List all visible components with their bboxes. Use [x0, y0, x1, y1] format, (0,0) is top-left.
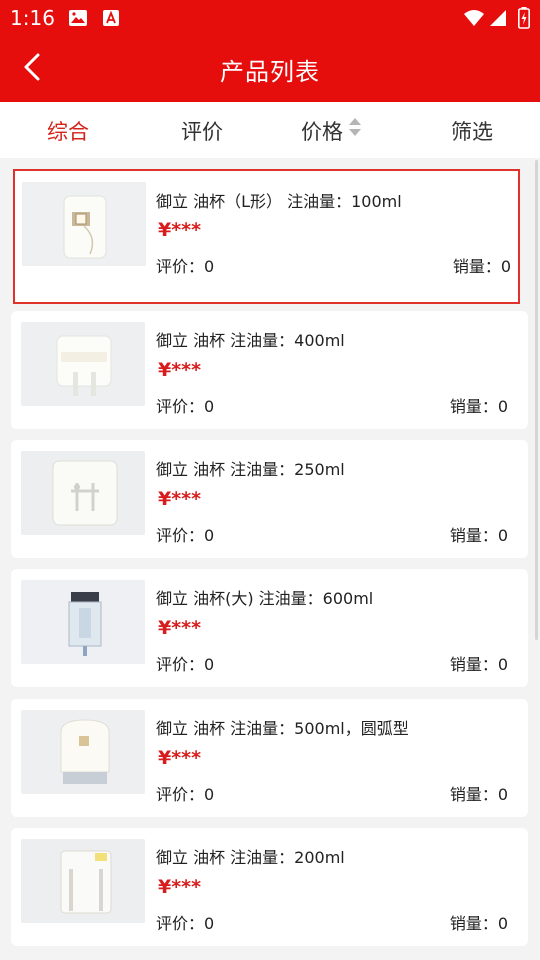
status-bar: 1:16: [0, 0, 540, 36]
product-price: ¥***: [158, 488, 202, 510]
app-header: 1:16 产品列表: [0, 0, 540, 102]
image-notification-icon: [68, 9, 88, 31]
app-notification-icon: [102, 9, 120, 31]
product-rating: 评价：0: [156, 914, 215, 933]
product-rating: 评价：0: [156, 526, 215, 545]
product-card[interactable]: 御立 油杯 注油量：250ml ¥*** 评价：0 销量：0: [11, 440, 528, 558]
product-price: ¥***: [158, 617, 202, 639]
status-time: 1:16: [10, 6, 55, 30]
product-sales: 销量：0: [449, 526, 508, 545]
product-card[interactable]: 御立 油杯 注油量：500ml，圆弧型 ¥*** 评价：0 销量：0: [11, 699, 528, 817]
wifi-icon: [463, 9, 485, 31]
product-sales: 销量：0: [452, 257, 511, 276]
product-image: [21, 839, 145, 923]
product-image: [21, 322, 145, 406]
page-title: 产品列表: [220, 58, 320, 86]
scrollbar[interactable]: [535, 160, 538, 640]
product-sales: 销量：0: [449, 655, 508, 674]
tab-comprehensive[interactable]: 综合: [47, 116, 89, 146]
product-name: 御立 油杯 注油量：400ml: [156, 331, 345, 350]
product-card[interactable]: 御立 油杯 注油量：200ml ¥*** 评价：0 销量：0: [11, 828, 528, 946]
tab-rating[interactable]: 评价: [181, 116, 223, 146]
signal-icon: [489, 9, 507, 31]
sort-arrows-icon[interactable]: [348, 117, 362, 141]
product-rating: 评价：0: [156, 397, 215, 416]
product-image: [21, 451, 145, 535]
product-sales: 销量：0: [449, 914, 508, 933]
nav-bar: 产品列表: [0, 36, 540, 102]
product-card[interactable]: 御立 油杯 注油量：400ml ¥*** 评价：0 销量：0: [11, 311, 528, 429]
product-name: 御立 油杯 注油量：500ml，圆弧型: [156, 719, 409, 738]
product-price: ¥***: [158, 747, 202, 769]
product-price: ¥***: [158, 876, 202, 898]
tab-price[interactable]: 价格: [301, 116, 343, 146]
product-sales: 销量：0: [449, 785, 508, 804]
product-card[interactable]: 御立 油杯（L形） 注油量：100ml ¥*** 评价：0 销量：0: [13, 169, 520, 304]
sort-bar: 综合 评价 价格 筛选: [0, 102, 540, 158]
tab-filter[interactable]: 筛选: [451, 116, 493, 146]
product-image: [21, 710, 145, 794]
product-rating: 评价：0: [156, 785, 215, 804]
product-rating: 评价：0: [156, 257, 215, 276]
product-name: 御立 油杯 注油量：250ml: [156, 460, 345, 479]
product-name: 御立 油杯(大) 注油量：600ml: [156, 589, 374, 608]
product-image: [21, 580, 145, 664]
product-price: ¥***: [158, 359, 202, 381]
battery-icon: [518, 7, 530, 33]
product-rating: 评价：0: [156, 655, 215, 674]
product-name: 御立 油杯 注油量：200ml: [156, 848, 345, 867]
product-name: 御立 油杯（L形） 注油量：100ml: [156, 192, 402, 211]
product-image: [22, 182, 146, 266]
product-card[interactable]: 御立 油杯(大) 注油量：600ml ¥*** 评价：0 销量：0: [11, 569, 528, 687]
product-price: ¥***: [158, 219, 202, 241]
product-sales: 销量：0: [449, 397, 508, 416]
